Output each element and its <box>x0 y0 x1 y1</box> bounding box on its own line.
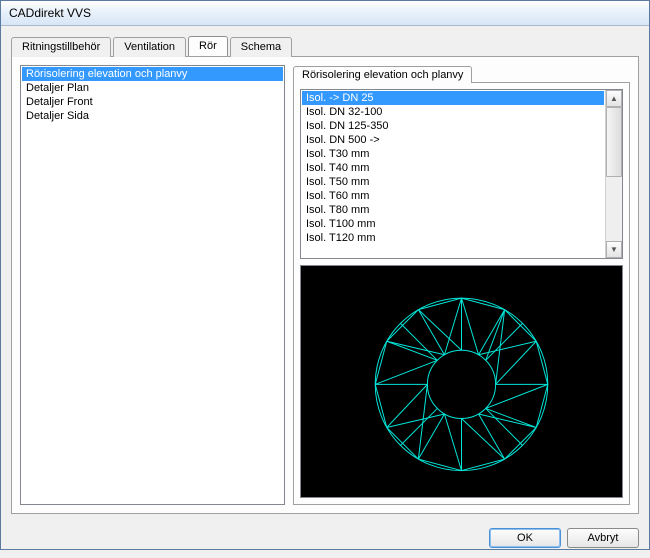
list-item[interactable]: Isol. T120 mm <box>302 231 604 245</box>
tab-schema[interactable]: Schema <box>230 37 292 57</box>
inner-tabbar: Rörisolering elevation och planvy <box>293 65 630 82</box>
list-item[interactable]: Detaljer Plan <box>22 81 283 95</box>
list-item[interactable]: Rörisolering elevation och planvy <box>22 67 283 81</box>
inner-tab[interactable]: Rörisolering elevation och planvy <box>293 66 472 83</box>
main-tabbar: Ritningstillbehör Ventilation Rör Schema <box>11 36 639 56</box>
scroll-down-button[interactable]: ▼ <box>606 241 622 258</box>
scrollbar[interactable]: ▲ ▼ <box>605 90 622 258</box>
category-listbox[interactable]: Rörisolering elevation och planvy Detalj… <box>20 65 285 505</box>
insulation-ring-icon <box>301 266 622 497</box>
list-item[interactable]: Isol. T60 mm <box>302 189 604 203</box>
scroll-up-button[interactable]: ▲ <box>606 90 622 107</box>
tab-ritningstillbehor[interactable]: Ritningstillbehör <box>11 37 111 57</box>
list-item[interactable]: Isol. T30 mm <box>302 147 604 161</box>
inner-panel: Isol. -> DN 25 Isol. DN 32-100 Isol. DN … <box>293 82 630 505</box>
list-item[interactable]: Isol. T40 mm <box>302 161 604 175</box>
list-item[interactable]: Isol. DN 500 -> <box>302 133 604 147</box>
ok-button[interactable]: OK <box>489 528 561 548</box>
tab-ventilation[interactable]: Ventilation <box>113 37 186 57</box>
dialog-buttons: OK Avbryt <box>1 520 649 558</box>
app-window: CADdirekt VVS Ritningstillbehör Ventilat… <box>0 0 650 550</box>
scroll-thumb[interactable] <box>606 107 622 177</box>
list-item[interactable]: Isol. T80 mm <box>302 203 604 217</box>
content-area: Ritningstillbehör Ventilation Rör Schema… <box>1 26 649 520</box>
list-item[interactable]: Detaljer Sida <box>22 109 283 123</box>
list-item[interactable]: Detaljer Front <box>22 95 283 109</box>
right-column: Rörisolering elevation och planvy Isol. … <box>293 65 630 505</box>
tab-ror[interactable]: Rör <box>188 36 228 56</box>
list-item[interactable]: Isol. T50 mm <box>302 175 604 189</box>
titlebar: CADdirekt VVS <box>1 1 649 26</box>
detail-list-inner: Isol. -> DN 25 Isol. DN 32-100 Isol. DN … <box>301 90 605 258</box>
window-title: CADdirekt VVS <box>9 6 91 20</box>
chevron-down-icon: ▼ <box>610 245 618 254</box>
cancel-button[interactable]: Avbryt <box>567 528 639 548</box>
chevron-up-icon: ▲ <box>610 94 618 103</box>
list-item[interactable]: Isol. T100 mm <box>302 217 604 231</box>
preview-canvas <box>300 265 623 498</box>
scroll-track[interactable] <box>606 107 622 241</box>
list-item[interactable]: Isol. DN 125-350 <box>302 119 604 133</box>
list-item[interactable]: Isol. -> DN 25 <box>302 91 604 105</box>
tab-panel: Rörisolering elevation och planvy Detalj… <box>11 56 639 514</box>
list-item[interactable]: Isol. DN 32-100 <box>302 105 604 119</box>
detail-listbox[interactable]: Isol. -> DN 25 Isol. DN 32-100 Isol. DN … <box>300 89 623 259</box>
